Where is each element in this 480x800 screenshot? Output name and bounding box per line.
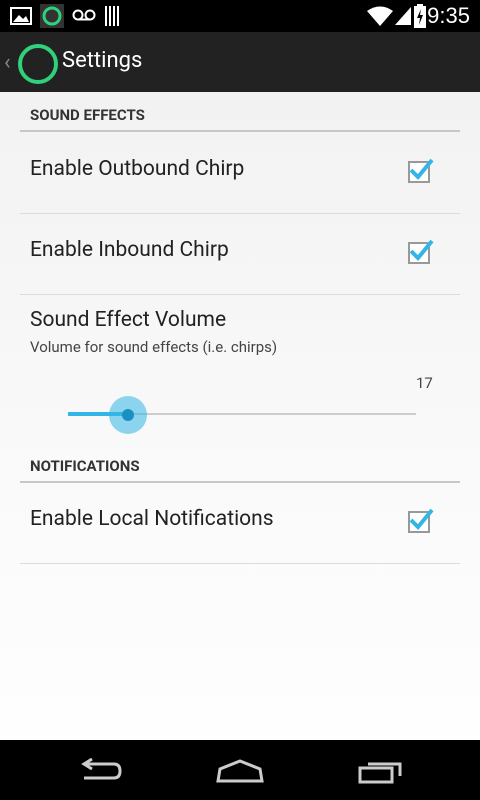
recents-icon[interactable] [356,758,404,784]
section-header-sound-effects: SOUND EFFECTS [20,96,460,132]
pref-inbound-chirp[interactable]: Enable Inbound Chirp [20,214,460,295]
page-title: Settings [62,48,143,73]
volume-summary: Volume for sound effects (i.e. chirps) [30,338,278,356]
pref-sound-effect-volume: Sound Effect Volume Volume for sound eff… [20,296,460,446]
volume-slider-thumb[interactable] [122,409,134,421]
voicemail-icon [72,9,96,21]
navigation-bar [0,740,480,800]
pref-label: Enable Inbound Chirp [30,238,229,262]
pref-local-notifications[interactable]: Enable Local Notifications [20,483,460,564]
section-header-label: SOUND EFFECTS [30,106,145,124]
inbound-chirp-checkbox[interactable] [408,239,434,264]
pref-label: Enable Local Notifications [30,507,274,531]
local-notifications-checkbox[interactable] [408,508,434,533]
signal-icon [395,7,411,25]
back-icon[interactable] [76,758,124,784]
volume-value: 17 [416,374,433,392]
check-icon [409,158,434,180]
home-icon[interactable] [214,758,266,784]
section-header-label: NOTIFICATIONS [30,457,140,475]
back-chevron-icon[interactable]: ‹ [4,50,11,75]
section-header-notifications: NOTIFICATIONS [20,447,460,483]
wifi-icon [367,6,393,26]
pref-outbound-chirp[interactable]: Enable Outbound Chirp [20,133,460,214]
app-ring-icon [40,4,64,28]
outbound-chirp-checkbox[interactable] [408,158,434,183]
barcode-icon [105,6,119,26]
app-ring-icon[interactable] [18,44,58,84]
volume-title: Sound Effect Volume [30,308,227,332]
check-icon [409,508,434,530]
status-bar: 9:35 [0,0,480,32]
check-icon [409,239,434,261]
action-bar: ‹ Settings [0,32,480,92]
battery-charging-icon [414,4,426,28]
image-icon [10,7,32,25]
status-time: 9:35 [427,3,470,28]
pref-label: Enable Outbound Chirp [30,157,245,181]
